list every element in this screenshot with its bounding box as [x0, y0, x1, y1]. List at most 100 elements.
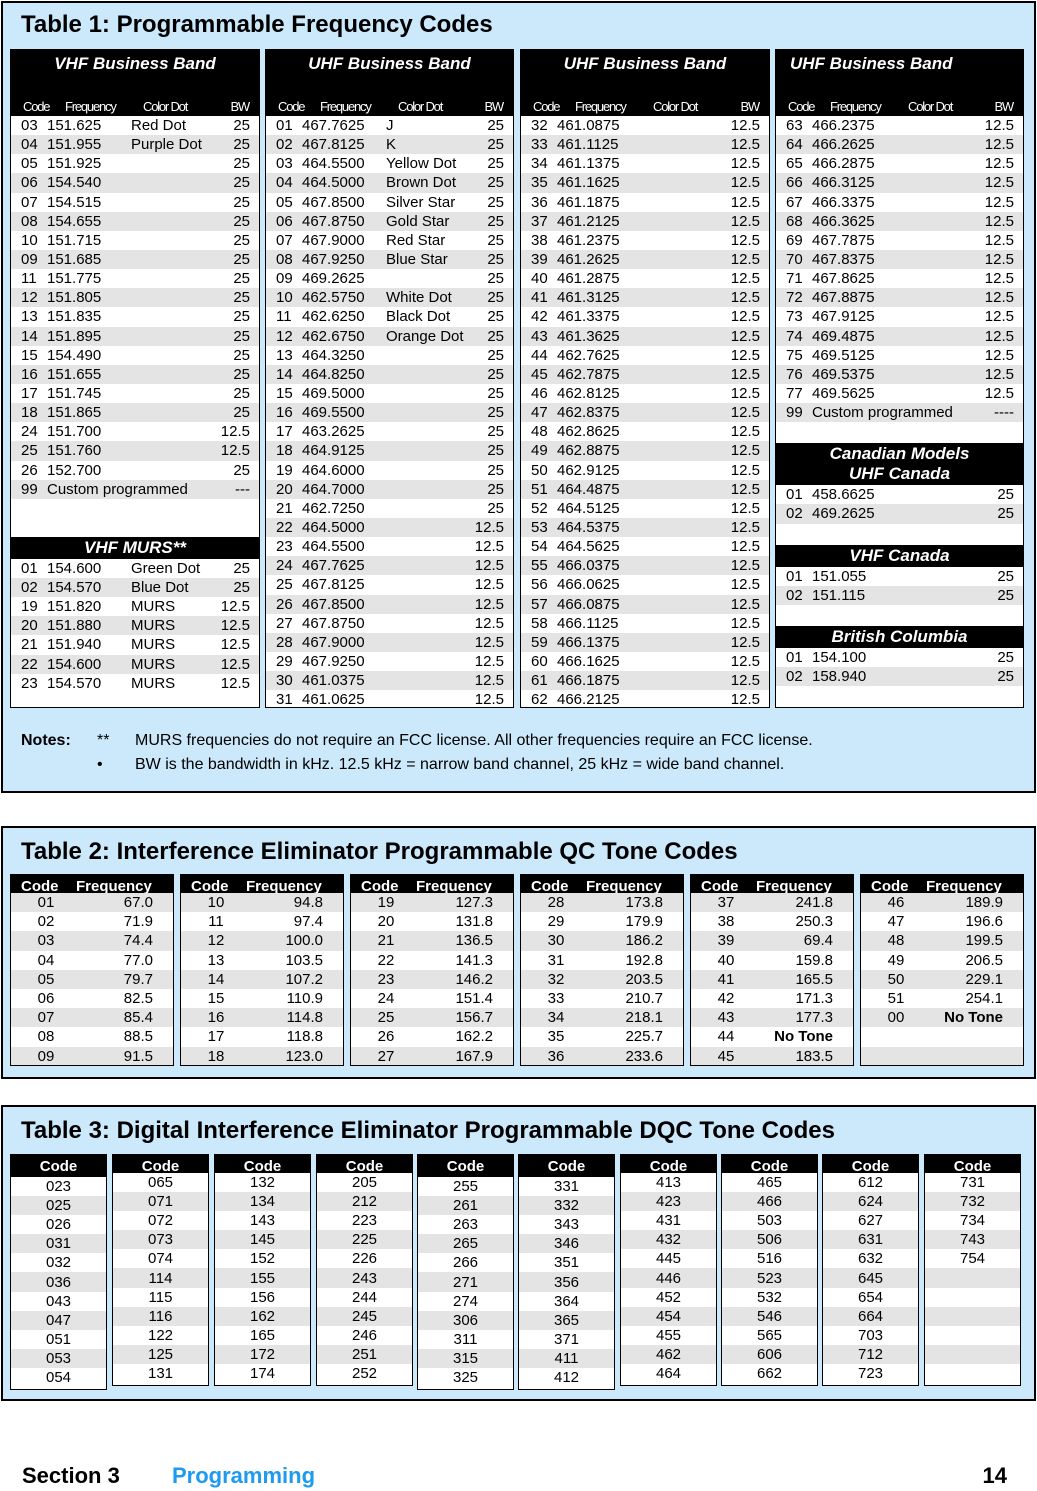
uhf-business-column-1: UHF Business Band Code Frequency Color D… — [265, 49, 514, 708]
code-cell: 131 — [113, 1363, 208, 1384]
code-cell: 632 — [823, 1249, 918, 1269]
code-cell: 266 — [418, 1253, 513, 1273]
table-row: 31 461.0625 12.5 — [266, 690, 513, 708]
frequency-cell: 469.2625 — [812, 505, 875, 523]
bandwidth-cell: 25 — [233, 289, 250, 307]
frequency-cell: 467.9000 — [302, 633, 365, 651]
frequency-cell: 162.2 — [455, 1028, 493, 1046]
footer-chapter-link[interactable]: Programming — [172, 1463, 315, 1489]
code-cell: 42 — [531, 308, 548, 326]
vhf-canada-header: VHF Canada — [776, 544, 1023, 567]
code-cell: 311 — [418, 1329, 513, 1349]
frequency-cell: 151.895 — [47, 327, 102, 345]
code-cell: 76 — [786, 365, 803, 383]
table-row: 10 462.5750 White Dot 25 — [266, 288, 513, 308]
bandwidth-cell: 25 — [997, 567, 1014, 585]
canadian-uhf-rows: 01 458.6625 25 02 469.2625 25 — [776, 485, 1023, 524]
code-cell: 325 — [418, 1367, 513, 1388]
frequency-cell: 469.4875 — [812, 327, 875, 345]
code-cell: 02 — [786, 505, 803, 523]
uhf-business-header: UHF Business Band Code Frequency Color D… — [521, 50, 769, 116]
uhf-business-header: UHF Business Band Code Frequency Color D… — [776, 50, 1023, 116]
bandwidth-cell: 25 — [487, 270, 504, 288]
code-cell: 546 — [722, 1306, 817, 1326]
bandwidth-cell: 25 — [233, 579, 250, 597]
bandwidth-cell: 12.5 — [730, 653, 760, 670]
code-cell: 132 — [215, 1173, 310, 1193]
qc-column-header: Code Frequency — [351, 875, 513, 893]
bandwidth-cell: 12.5 — [984, 231, 1014, 249]
dqc-column: Code 255 261 263 265 266 271 274 306 311 315 325 — [417, 1154, 514, 1390]
code-cell: 25 — [21, 442, 38, 460]
table-row: 48 199.5 — [861, 931, 1023, 951]
color-dot-cell: MURS — [131, 636, 176, 654]
frequency-cell: 464.5625 — [557, 538, 620, 556]
vhf-murs-rows: 01 154.600 Green Dot 25 02 154.570 Blue Dot 25 1… — [11, 558, 259, 693]
frequency-cell: 466.2125 — [557, 691, 620, 708]
color-dot-cell: Brown Dot — [386, 174, 457, 192]
code-cell: 732 — [925, 1192, 1020, 1212]
code-cell: 02 — [786, 668, 803, 686]
uhf-business-column-3: UHF Business Band Code Frequency Color D… — [775, 49, 1024, 708]
dqc-column-header: Code — [317, 1155, 412, 1173]
table-row: 12 462.6750 Orange Dot 25 — [266, 326, 513, 346]
code-cell: 02 — [21, 579, 38, 597]
frequency-cell: 461.0625 — [302, 691, 365, 708]
frequency-cell: 467.9000 — [302, 231, 365, 249]
code-cell: 54 — [531, 538, 548, 556]
dqc-column: Code 205 212 223 225 226 243 244 245 246 251 252 — [316, 1154, 413, 1386]
footer-section: Section 3 — [22, 1463, 120, 1488]
code-cell: 072 — [113, 1211, 208, 1231]
code-cell: 45 — [717, 1047, 735, 1065]
table-row: 05 151.925 25 — [11, 154, 259, 174]
qc-column-header: Code Frequency — [861, 875, 1023, 893]
frequency-cell: 151.715 — [47, 231, 102, 249]
code-cell: 523 — [722, 1268, 817, 1288]
table-row: 02 151.115 25 — [776, 585, 1023, 605]
dqc-column-header: Code — [418, 1155, 513, 1177]
frequency-cell: 462.6250 — [302, 308, 365, 326]
dqc-column: Code 413 423 431 432 445 446 452 454 455 462 464 — [620, 1154, 717, 1386]
bandwidth-cell: 25 — [487, 251, 504, 269]
code-cell: 04 — [21, 136, 38, 154]
frequency-cell: 466.1625 — [557, 653, 620, 670]
code-cell: 41 — [717, 970, 735, 988]
code-cell: 174 — [215, 1363, 310, 1384]
code-cell: 225 — [317, 1230, 412, 1250]
vhf-business-header: VHF Business Band Code Frequency Color D… — [11, 50, 259, 116]
table-row: 40 461.2875 12.5 — [521, 269, 769, 289]
table-row: 05 79.7 — [11, 969, 173, 989]
code-cell: 346 — [519, 1234, 614, 1254]
code-cell: 462 — [621, 1344, 716, 1364]
frequency-cell: 171.3 — [795, 990, 833, 1008]
bandwidth-cell: 25 — [487, 117, 504, 135]
frequency-cell: 151.760 — [47, 442, 102, 460]
code-cell: 34 — [547, 1009, 565, 1027]
table-row: 22 154.600 MURS 12.5 — [11, 654, 259, 674]
table-row: 15 154.490 25 — [11, 345, 259, 365]
bandwidth-cell: 12.5 — [730, 499, 760, 517]
code-cell: 265 — [418, 1234, 513, 1254]
table-row: 56 466.0625 12.5 — [521, 575, 769, 595]
table-row: 58 466.1125 12.5 — [521, 613, 769, 633]
table-row: 11 97.4 — [181, 912, 343, 932]
table-row: 29 467.9250 12.5 — [266, 651, 513, 672]
band-title: UHF Business Band — [308, 54, 471, 73]
bandwidth-cell: 12.5 — [984, 117, 1014, 135]
code-cell: 261 — [418, 1196, 513, 1216]
code-cell: 01 — [786, 567, 803, 585]
table-row: 04 77.0 — [11, 950, 173, 970]
bandwidth-cell: 25 — [487, 174, 504, 192]
table-row: 41 165.5 — [691, 969, 853, 989]
code-cell: 07 — [37, 1009, 55, 1027]
frequency-cell: 154.540 — [47, 174, 102, 192]
color-dot-cell: Orange Dot — [386, 327, 464, 345]
frequency-cell: 151.4 — [455, 990, 493, 1008]
table-row: 13 103.5 — [181, 950, 343, 970]
bandwidth-cell: 25 — [487, 155, 504, 173]
frequency-cell: 461.1875 — [557, 193, 620, 211]
bandwidth-cell: 12.5 — [984, 155, 1014, 173]
code-cell: 031 — [11, 1234, 106, 1254]
frequency-cell: 192.8 — [625, 951, 663, 969]
table-row: 18 464.9125 25 — [266, 441, 513, 461]
